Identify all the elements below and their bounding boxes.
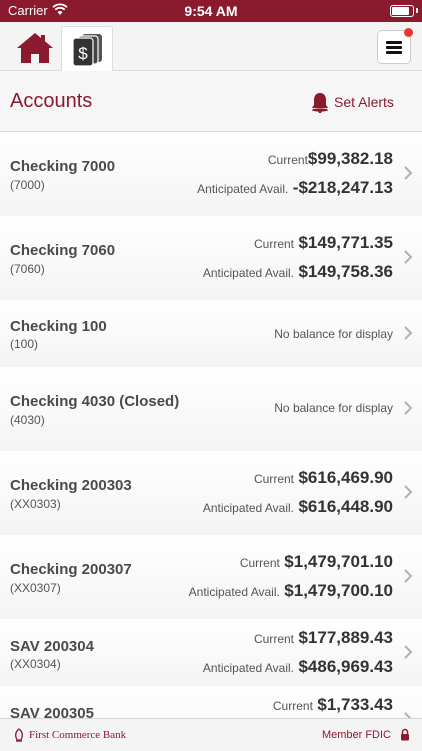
current-balance: Current $616,469.90 <box>253 468 393 487</box>
no-balance-text: No balance for display <box>274 401 393 415</box>
current-balance: Current $177,889.43 <box>253 628 393 647</box>
account-row[interactable]: SAV 200304 (XX0304) Current $177,889.43 … <box>0 619 422 687</box>
footer: First Commerce Bank Member FDIC <box>0 718 422 751</box>
accounts-header: Accounts Set Alerts <box>0 71 422 132</box>
current-balance: Current $149,771.35 <box>253 233 393 252</box>
current-balance: Current $1,479,701.10 <box>239 552 393 571</box>
chevron-right-icon <box>404 712 412 718</box>
account-number: (XX0303) <box>10 497 61 511</box>
hamburger-menu-icon <box>386 46 402 49</box>
accounts-list: Checking 7000 (7000) Current$99,382.18 A… <box>0 132 422 718</box>
account-name: Checking 200303 <box>10 477 132 494</box>
account-row[interactable]: Checking 100 (100) No balance for displa… <box>0 300 422 368</box>
anticipated-balance: Anticipated Avail. $616,448.90 <box>202 497 393 516</box>
menu-button[interactable] <box>377 28 413 64</box>
notification-dot <box>404 28 413 37</box>
account-row[interactable]: Checking 200303 (XX0303) Current $616,46… <box>0 451 422 536</box>
battery-icon <box>390 5 414 17</box>
bank-name: First Commerce Bank <box>29 729 127 741</box>
anticipated-balance: Anticipated Avail. $486,969.43 <box>202 657 393 676</box>
account-name: SAV 200304 <box>10 638 94 655</box>
member-fdic-text: Member FDIC <box>321 729 391 741</box>
account-name: Checking 100 <box>10 318 107 335</box>
no-balance-text: No balance for display <box>274 327 393 341</box>
anticipated-balance: Anticipated Avail. -$218,247.13 <box>197 178 393 197</box>
clock: 9:54 AM <box>184 3 238 19</box>
anticipated-balance: Anticipated Avail. $1,479,700.10 <box>188 581 393 600</box>
account-name: Checking 7060 <box>10 242 116 259</box>
chevron-right-icon <box>404 485 413 499</box>
bell-icon <box>312 93 328 113</box>
account-row[interactable]: Checking 7060 (7060) Current $149,771.35… <box>0 216 422 301</box>
top-nav-bar: $ <box>0 22 422 71</box>
lock-icon <box>401 728 409 741</box>
chevron-right-icon <box>404 401 413 415</box>
account-number: (XX0304) <box>10 657 61 671</box>
home-icon <box>17 33 53 63</box>
account-name: Checking 200307 <box>10 561 132 578</box>
account-number: (4030) <box>10 413 45 427</box>
chevron-right-icon <box>404 250 413 264</box>
set-alerts-label: Set Alerts <box>334 94 394 110</box>
anticipated-balance: Anticipated Avail. $149,758.36 <box>202 262 393 281</box>
account-row[interactable]: Checking 4030 (Closed) (4030) No balance… <box>0 367 422 452</box>
chevron-right-icon <box>404 326 413 340</box>
tab-accounts[interactable]: $ <box>61 26 113 71</box>
account-row[interactable]: SAV 200305 Current $1,733.43 <box>0 686 422 718</box>
account-name: SAV 200305 <box>10 705 94 718</box>
account-row[interactable]: Checking 7000 (7000) Current$99,382.18 A… <box>0 132 422 217</box>
account-number: (7000) <box>10 178 45 192</box>
set-alerts-button[interactable]: Set Alerts <box>310 91 411 113</box>
current-balance: Current $1,733.43 <box>272 695 393 714</box>
account-row[interactable]: Checking 200307 (XX0307) Current $1,479,… <box>0 535 422 620</box>
chevron-right-icon <box>404 569 413 583</box>
account-number: (XX0307) <box>10 581 61 595</box>
chevron-right-icon <box>404 166 413 180</box>
tab-home[interactable] <box>10 26 60 70</box>
bank-logo-icon <box>15 728 23 742</box>
account-number: (7060) <box>10 262 45 276</box>
svg-text:$: $ <box>78 44 88 63</box>
account-number: (100) <box>10 337 39 351</box>
current-balance: Current$99,382.18 <box>267 149 393 168</box>
accounts-dollar-icon: $ <box>72 34 102 67</box>
account-name: Checking 4030 (Closed) <box>10 393 180 410</box>
page-title: Accounts <box>10 90 93 112</box>
chevron-right-icon <box>404 645 413 659</box>
status-bar: Carrier 9:54 AM <box>0 0 422 22</box>
account-name: Checking 7000 <box>10 158 116 175</box>
